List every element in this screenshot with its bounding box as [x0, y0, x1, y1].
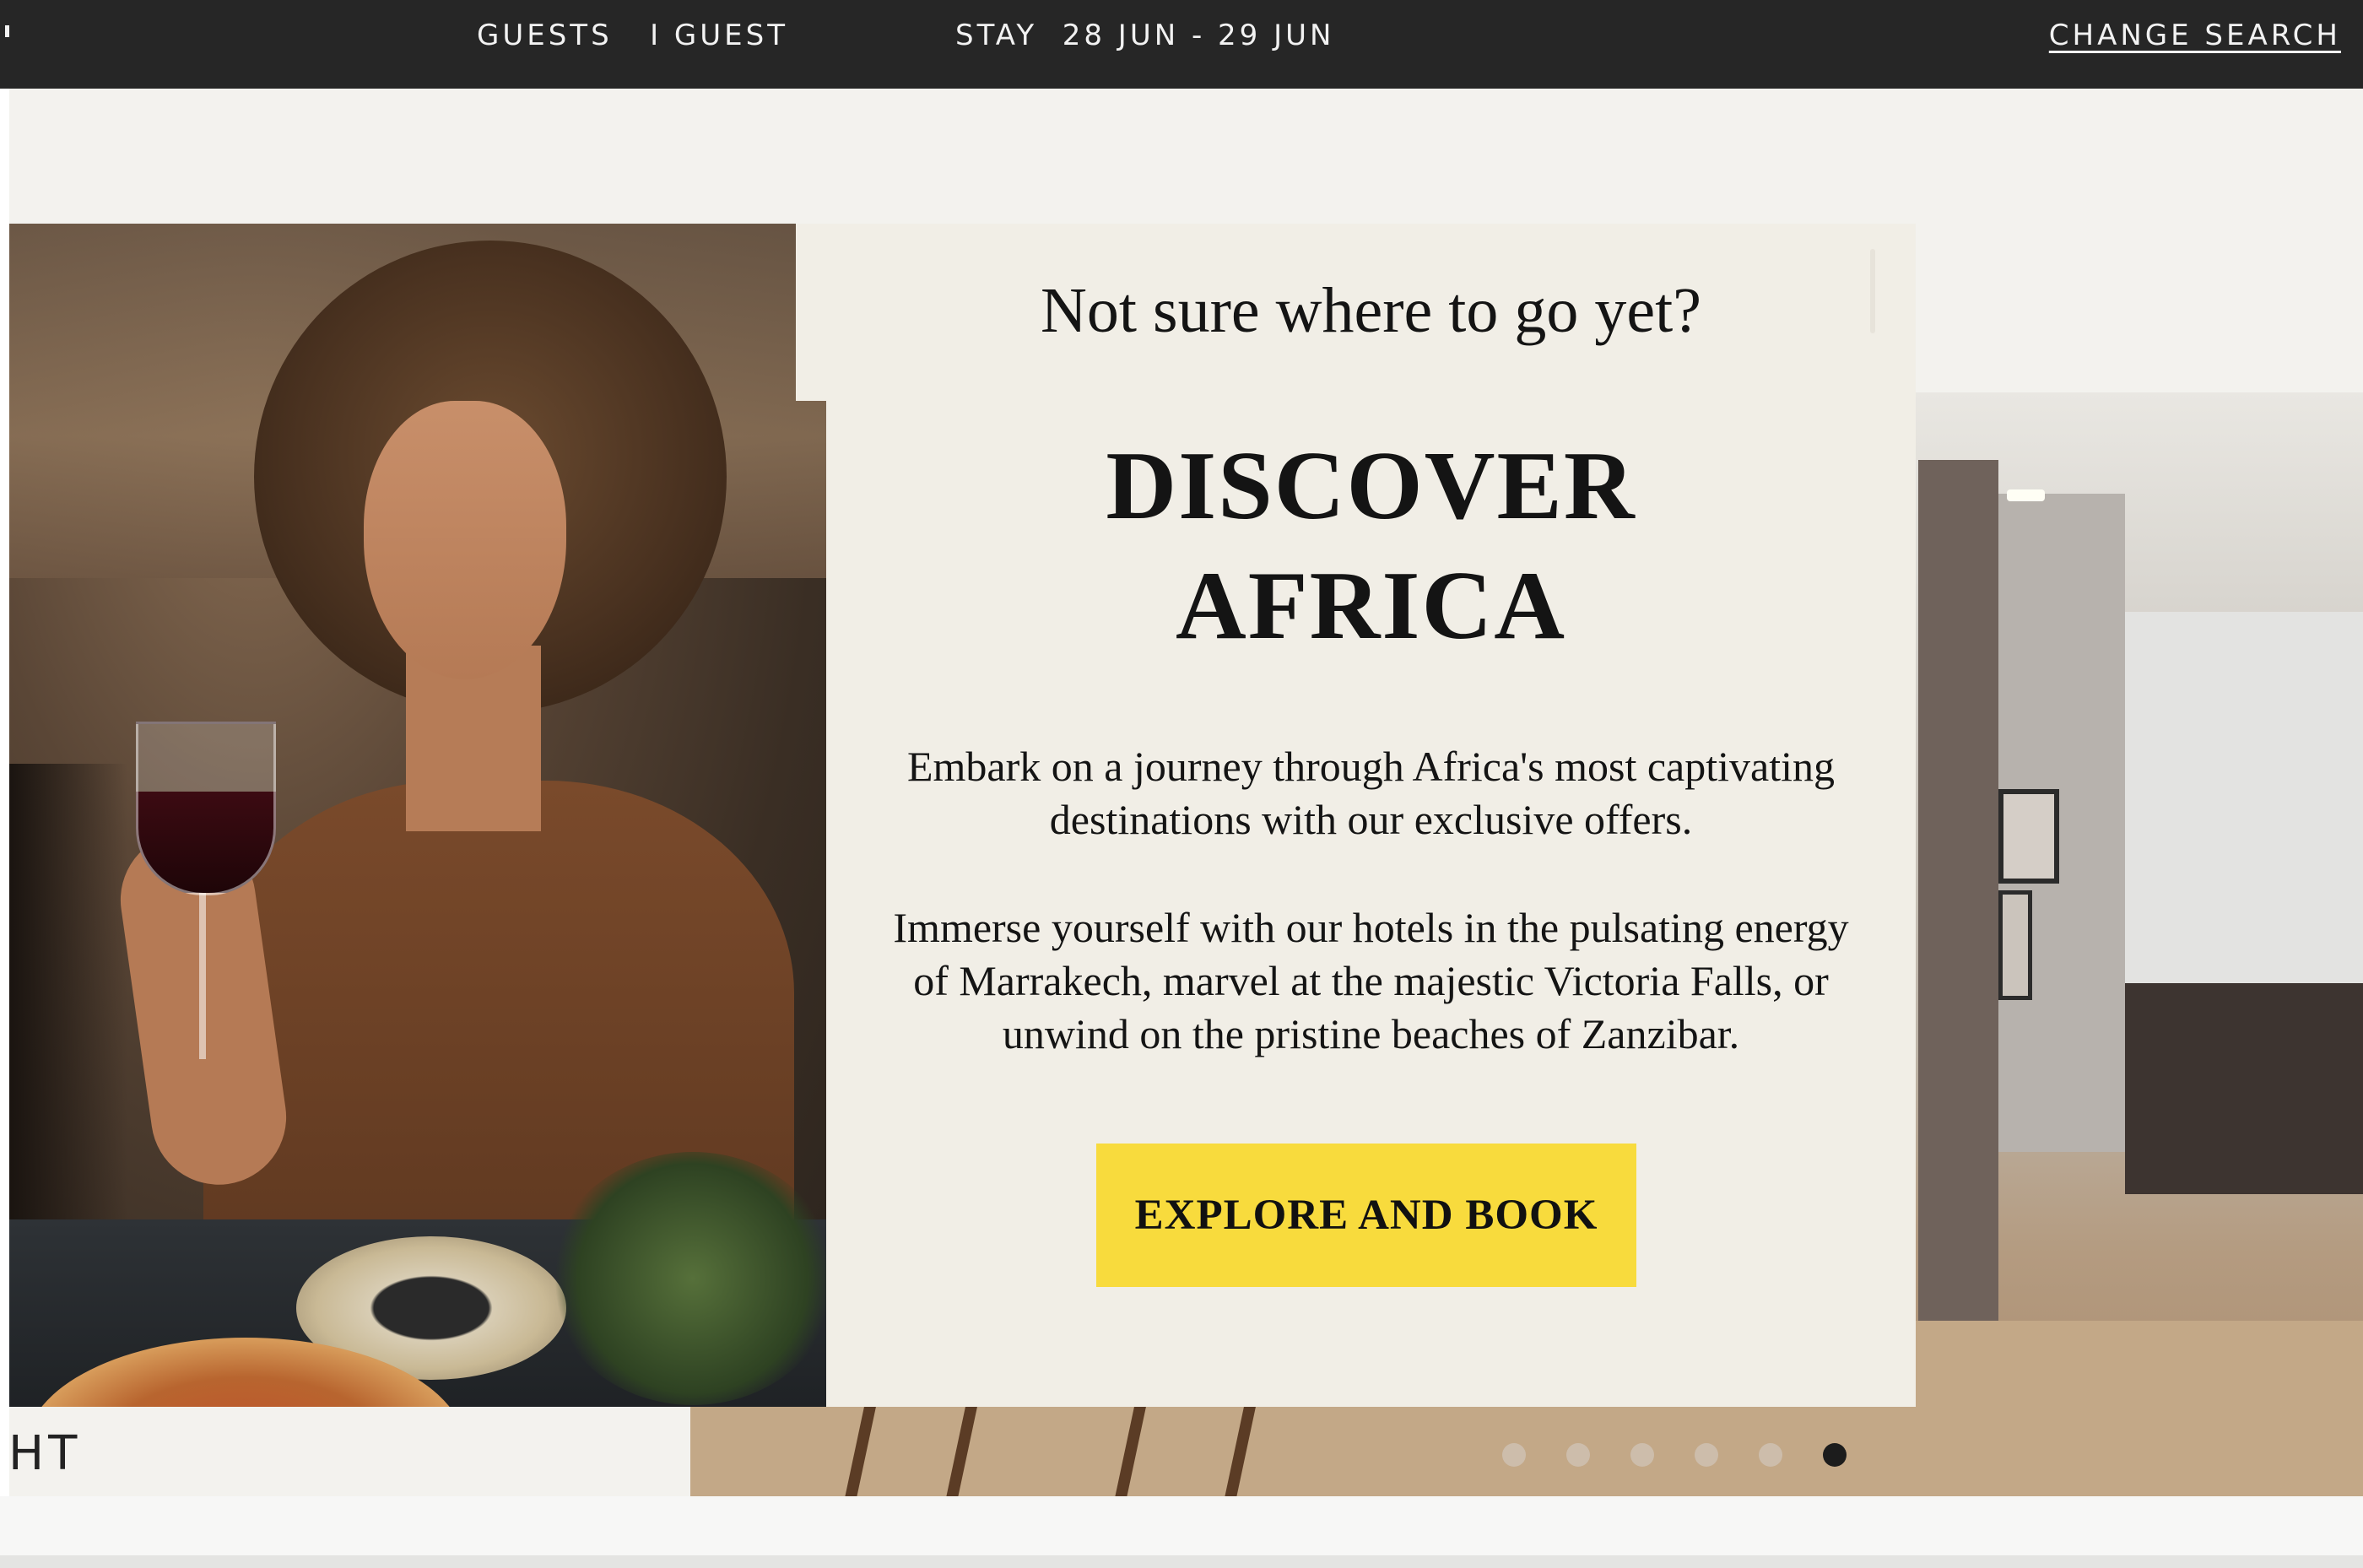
pillar [1918, 460, 1998, 1321]
modal-headline: DISCOVER AFRICA [826, 426, 1916, 666]
ceiling-light [2007, 489, 2045, 501]
page-left-edge [0, 89, 9, 1568]
carousel-dot-active[interactable] [1823, 1443, 1847, 1467]
modal-paragraph-intro: Embark on a journey through Africa's mos… [906, 743, 1836, 843]
guests-value: I GUEST [650, 19, 788, 52]
change-search-link[interactable]: CHANGE SEARCH [2049, 19, 2341, 52]
top-bar: GUESTS I GUEST STAY 28 JUN - 29 JUN CHAN… [0, 0, 2363, 89]
partial-section-title: HT [8, 1426, 82, 1481]
wall-picture [1998, 789, 2059, 884]
topbar-edge-mark [5, 25, 9, 37]
page-bottom-strip [0, 1496, 2363, 1557]
guests-summary: GUESTS I GUEST [477, 19, 788, 52]
explore-and-book-button[interactable]: EXPLORE AND BOOK [1096, 1144, 1636, 1287]
promo-modal: Not sure where to go yet? DISCOVER AFRIC… [826, 224, 1916, 1407]
modal-card-notch [796, 224, 826, 401]
carousel-dot[interactable] [1630, 1443, 1654, 1467]
carousel-dot[interactable] [1502, 1443, 1526, 1467]
guests-label: GUESTS [477, 19, 613, 52]
kitchen-counter [2125, 983, 2363, 1194]
headline-line-1: DISCOVER [1106, 432, 1636, 540]
page-bottom-border [0, 1555, 2363, 1568]
modal-paragraph-details: Immerse yourself with our hotels in the … [893, 904, 1849, 1057]
stay-label: STAY [955, 19, 1038, 52]
face [364, 401, 566, 679]
plant [549, 1152, 826, 1405]
stay-summary: STAY 28 JUN - 29 JUN [955, 19, 1334, 52]
wine-glass-stem [199, 890, 206, 1059]
wine-glass [136, 722, 276, 895]
promo-photo-woman-dining [9, 224, 826, 1407]
headline-line-2: AFRICA [1175, 552, 1567, 660]
carousel-dot[interactable] [1566, 1443, 1590, 1467]
carousel-dot[interactable] [1759, 1443, 1782, 1467]
stay-dates: 28 JUN - 29 JUN [1062, 19, 1335, 52]
carousel-dot[interactable] [1695, 1443, 1718, 1467]
wall-picture-small [1998, 890, 2032, 1000]
modal-kicker: Not sure where to go yet? [1041, 275, 1701, 346]
